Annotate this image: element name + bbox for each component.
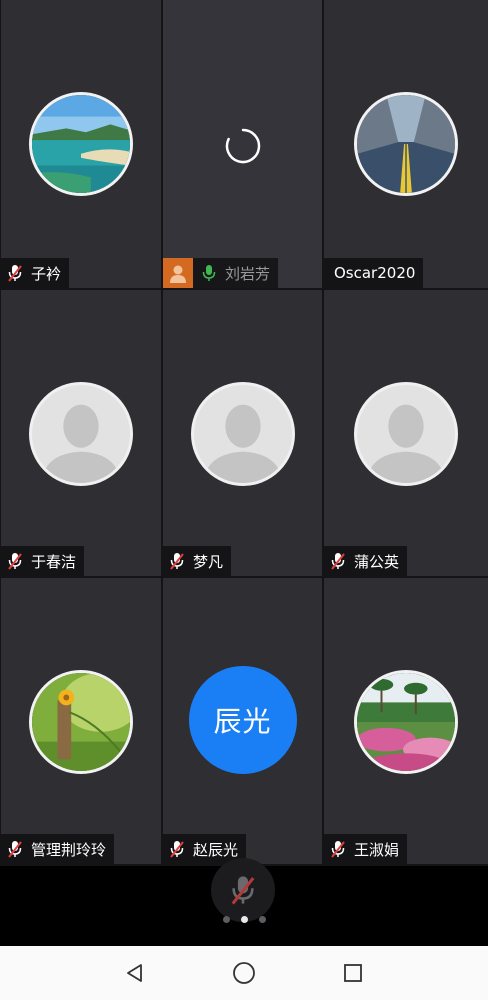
participant-name-label: 蒲公英: [324, 546, 408, 576]
page-dot[interactable]: [258, 916, 266, 923]
microphone-active-icon: [202, 265, 216, 281]
microphone-muted-icon: [8, 553, 22, 570]
person-silhouette-icon: [41, 404, 121, 483]
page-dot[interactable]: [222, 916, 230, 923]
initials-avatar: 辰光: [188, 666, 297, 774]
triangle-back-icon: [126, 964, 142, 982]
user-thumbnail-icon: [163, 258, 193, 288]
self-mic-toggle-button[interactable]: [211, 858, 275, 922]
participant-name: 于春洁: [31, 552, 77, 571]
person-silhouette-icon: [203, 404, 282, 483]
meeting-control-bar: [0, 858, 488, 946]
participant-tile[interactable]: Oscar2020: [324, 0, 488, 288]
microphone-muted-icon: [331, 841, 345, 858]
participant-name: 赵辰光: [193, 840, 239, 859]
home-button[interactable]: [224, 953, 264, 993]
participant-tile[interactable]: 管理荆玲玲: [1, 578, 161, 864]
participant-avatar: [354, 92, 458, 196]
participant-name: 王淑娟: [354, 840, 400, 859]
participant-tile[interactable]: 王淑娟: [324, 578, 488, 864]
recents-button[interactable]: [333, 953, 373, 993]
participant-name-label: Oscar2020: [324, 258, 424, 288]
avatar-initials: 辰光: [213, 705, 272, 738]
default-avatar: [354, 382, 458, 486]
microphone-muted-icon: [8, 841, 22, 858]
person-silhouette-icon: [366, 404, 446, 483]
participant-name-label: 管理荆玲玲: [1, 834, 115, 864]
participant-name: 刘岩芳: [225, 264, 271, 283]
participant-tile[interactable]: 梦凡: [163, 290, 322, 576]
participant-avatar: [354, 670, 458, 774]
participant-tile[interactable]: 于春洁: [1, 290, 161, 576]
participant-avatar: [29, 92, 133, 196]
participant-name-label: 于春洁: [1, 546, 85, 576]
default-avatar: [190, 382, 295, 486]
default-avatar: [29, 382, 133, 486]
microphone-muted-icon: [170, 841, 184, 858]
participant-grid: 子衿 刘岩芳 Oscar2020 于春洁 梦凡 蒲公英 管理荆玲玲 辰光 赵辰光…: [0, 0, 488, 866]
participant-name: Oscar2020: [334, 264, 416, 282]
participant-avatar: [29, 670, 133, 774]
participant-name-label: 刘岩芳: [163, 258, 279, 288]
microphone-muted-icon: [231, 876, 255, 905]
participant-name: 梦凡: [193, 552, 224, 571]
participant-name-label: 王淑娟: [324, 834, 408, 864]
participant-tile[interactable]: 蒲公英: [324, 290, 488, 576]
microphone-muted-icon: [331, 553, 345, 570]
participant-tile[interactable]: 刘岩芳: [163, 0, 322, 288]
loading-spinner-icon: [225, 128, 260, 164]
square-recents-icon: [344, 964, 363, 982]
participant-name: 蒲公英: [354, 552, 400, 571]
participant-name-label: 梦凡: [163, 546, 232, 576]
participant-name: 子衿: [31, 264, 62, 283]
page-dot-active[interactable]: [240, 916, 248, 923]
participant-tile[interactable]: 辰光 赵辰光: [163, 578, 322, 864]
circle-home-icon: [233, 962, 255, 984]
back-button[interactable]: [115, 953, 155, 993]
participant-tile[interactable]: 子衿: [1, 0, 161, 288]
microphone-muted-icon: [170, 553, 184, 570]
microphone-muted-icon: [8, 265, 22, 282]
participant-name-label: 子衿: [1, 258, 70, 288]
participant-name: 管理荆玲玲: [31, 840, 107, 859]
system-navigation-bar: [0, 946, 488, 1000]
page-indicator[interactable]: [0, 916, 488, 923]
